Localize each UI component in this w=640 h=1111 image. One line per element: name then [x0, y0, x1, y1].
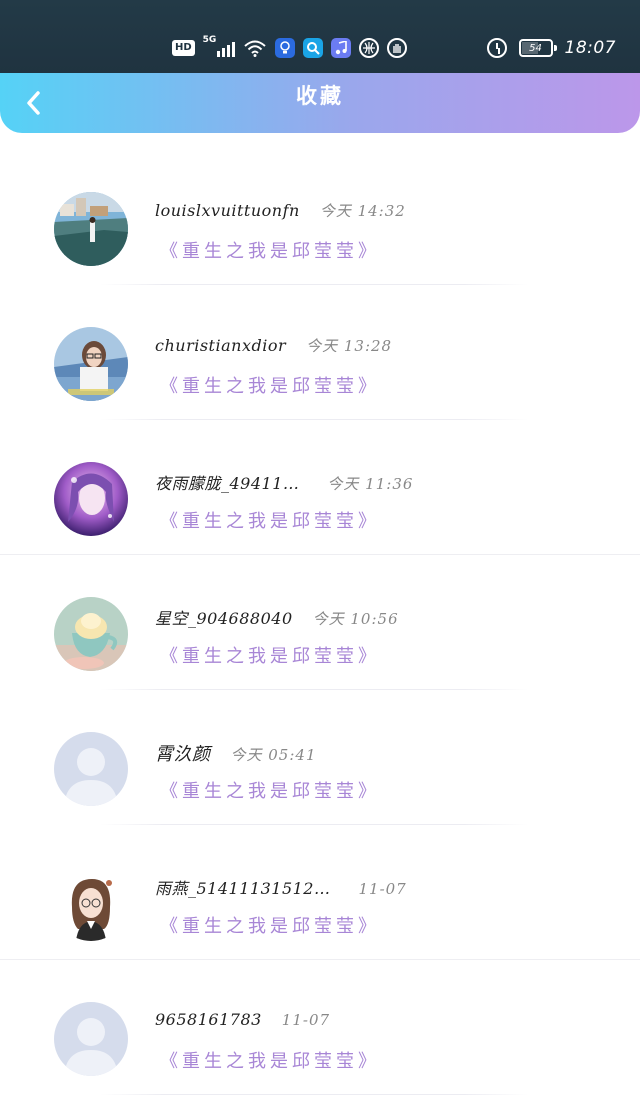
list-item[interactable]: 9658161783 11-07 《重生之我是邱莹莹》 — [0, 960, 640, 1095]
bulb-app-icon — [274, 38, 295, 58]
divider — [100, 1094, 528, 1095]
avatar[interactable] — [54, 732, 128, 806]
page-title: 收藏 — [296, 83, 344, 108]
work-title[interactable]: 《重生之我是邱莹莹》 — [160, 372, 380, 398]
avatar[interactable] — [54, 1002, 128, 1076]
cell-signal-icon: 5G — [203, 35, 235, 57]
list-item[interactable]: churistianxdior 今天 13:28 《重生之我是邱莹莹》 — [0, 285, 640, 420]
timestamp: 今天 14:32 — [319, 202, 406, 220]
user-name[interactable]: 雨燕_51411131512… — [155, 875, 330, 899]
user-name[interactable]: 星空_904688040 — [155, 605, 293, 629]
timestamp: 今天 10:56 — [312, 610, 399, 628]
user-name[interactable]: 夜雨朦胧_49411… — [155, 470, 299, 494]
battery-level: 54 — [529, 42, 542, 54]
hd-badge: HD — [172, 40, 195, 56]
status-bar: HD 5G 54 18:07 — [0, 0, 640, 74]
avatar[interactable] — [54, 867, 128, 941]
work-title[interactable]: 《重生之我是邱莹莹》 — [160, 642, 380, 668]
default-avatar-icon — [54, 732, 128, 806]
work-title[interactable]: 《重生之我是邱莹莹》 — [160, 237, 380, 263]
item-meta: 雨燕_51411131512… 11-07 — [155, 875, 407, 899]
work-title[interactable]: 《重生之我是邱莹莹》 — [160, 507, 380, 533]
item-meta: 星空_904688040 今天 10:56 — [155, 605, 399, 629]
user-name[interactable]: 霄汣颜 — [155, 740, 211, 766]
network-type: 5G — [202, 35, 217, 45]
basketball-app-icon — [358, 38, 379, 58]
list-item[interactable]: louislxvuittuonfn 今天 14:32 《重生之我是邱莹莹》 — [0, 150, 640, 285]
timestamp: 11-07 — [358, 880, 407, 898]
work-title[interactable]: 《重生之我是邱莹莹》 — [160, 912, 380, 938]
alarm-icon — [486, 38, 507, 58]
status-right: 54 18:07 — [486, 36, 617, 60]
avatar[interactable] — [54, 597, 128, 671]
timestamp: 今天 05:41 — [230, 746, 317, 764]
search-app-icon — [302, 38, 323, 58]
music-app-icon — [330, 38, 351, 58]
work-title[interactable]: 《重生之我是邱莹莹》 — [160, 1047, 380, 1073]
work-title[interactable]: 《重生之我是邱莹莹》 — [160, 777, 380, 803]
default-avatar-icon — [54, 1002, 128, 1076]
item-meta: 9658161783 11-07 — [155, 1010, 330, 1029]
item-meta: 霄汣颜 今天 05:41 — [155, 740, 317, 766]
hand-app-icon — [386, 38, 407, 58]
list-item[interactable]: 星空_904688040 今天 10:56 《重生之我是邱莹莹》 — [0, 555, 640, 690]
avatar[interactable] — [54, 462, 128, 536]
avatar[interactable] — [54, 192, 128, 266]
avatar[interactable] — [54, 327, 128, 401]
battery-icon: 54 — [518, 39, 557, 57]
timestamp: 今天 13:28 — [306, 337, 393, 355]
item-meta: louislxvuittuonfn 今天 14:32 — [155, 200, 406, 221]
header-bar: 收藏 — [0, 73, 640, 133]
user-name[interactable]: louislxvuittuonfn — [155, 201, 300, 220]
timestamp: 今天 11:36 — [327, 475, 414, 493]
user-name[interactable]: 9658161783 — [155, 1010, 262, 1029]
user-name[interactable]: churistianxdior — [155, 336, 286, 355]
clock: 18:07 — [564, 38, 616, 58]
list-item[interactable]: 雨燕_51411131512… 11-07 《重生之我是邱莹莹》 — [0, 825, 640, 960]
list-item[interactable]: 夜雨朦胧_49411… 今天 11:36 《重生之我是邱莹莹》 — [0, 420, 640, 555]
item-meta: 夜雨朦胧_49411… 今天 11:36 — [155, 470, 413, 494]
timestamp: 11-07 — [281, 1011, 331, 1029]
favorites-list: louislxvuittuonfn 今天 14:32 《重生之我是邱莹莹》 ch… — [0, 150, 640, 1095]
list-item[interactable]: 霄汣颜 今天 05:41 《重生之我是邱莹莹》 — [0, 690, 640, 825]
status-icons: HD 5G — [172, 35, 407, 60]
item-meta: churistianxdior 今天 13:28 — [155, 335, 392, 356]
wifi-icon — [243, 39, 267, 57]
